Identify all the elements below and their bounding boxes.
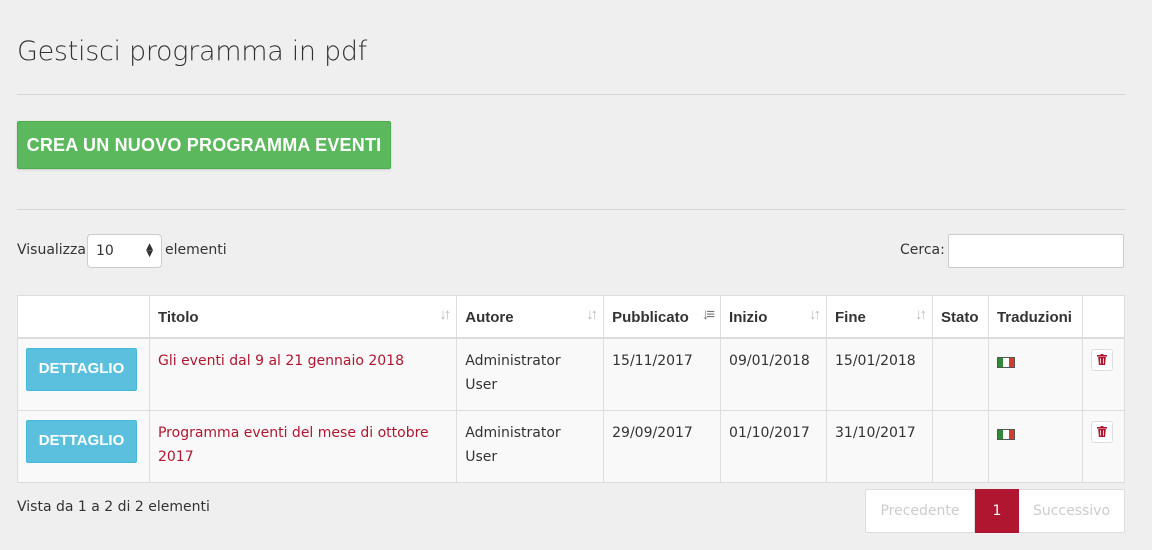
length-prefix-label: Visualizza <box>17 242 86 258</box>
sort-desc-icon: ↓≡ <box>701 306 715 323</box>
length-suffix-label: elementi <box>165 242 227 258</box>
page-length-select[interactable]: 10 ▲ ▼ <box>87 234 162 268</box>
page-title: Gestisci programma in pdf <box>17 36 367 67</box>
title-link[interactable]: Gli eventi dal 9 al 21 gennaio 2018 <box>158 353 404 369</box>
stato-cell <box>931 409 989 483</box>
next-page-button[interactable]: Successivo <box>1019 489 1125 533</box>
delete-button[interactable] <box>1090 348 1113 371</box>
programs-table: Titolo ↓↑ Autore ↓↑ Pubblicato ↓≡ Inizio ↓↑ … <box>17 295 1126 483</box>
divider <box>17 209 1125 210</box>
col-header-autore[interactable]: Autore ↓↑ <box>456 295 605 339</box>
table-header-row: Titolo ↓↑ Autore ↓↑ Pubblicato ↓≡ Inizio ↓↑ … <box>17 295 1126 339</box>
inizio-cell: 01/10/2017 <box>720 409 828 483</box>
table-row: DETTAGLIO Programma eventi del mese di o… <box>17 409 1126 483</box>
fine-cell: 15/01/2018 <box>826 337 933 411</box>
create-program-button[interactable]: CREA UN NUOVO PROGRAMMA EVENTI <box>17 121 391 169</box>
fine-cell: 31/10/2017 <box>826 409 933 483</box>
previous-page-button[interactable]: Precedente <box>865 489 975 533</box>
col-header-inizio[interactable]: Inizio ↓↑ <box>720 295 828 339</box>
autore-cell: Administrator User <box>456 337 605 411</box>
detail-button[interactable]: DETTAGLIO <box>26 347 137 391</box>
title-link[interactable]: Programma eventi del mese di ottobre 201… <box>158 425 429 465</box>
trash-icon <box>1096 426 1107 437</box>
detail-button[interactable]: DETTAGLIO <box>26 419 137 463</box>
col-header-stato: Stato <box>931 295 989 339</box>
divider <box>17 94 1125 95</box>
traduzioni-cell <box>987 409 1083 483</box>
italy-flag-icon[interactable] <box>996 356 1015 368</box>
page-length-value: 10 <box>96 243 114 259</box>
col-header-titolo[interactable]: Titolo ↓↑ <box>148 295 458 339</box>
col-header-label: Pubblicato <box>612 309 689 326</box>
table-info: Vista da 1 a 2 di 2 elementi <box>17 499 210 515</box>
trash-icon <box>1096 354 1107 365</box>
search-input[interactable] <box>948 234 1124 268</box>
sort-both-icon: ↓↑ <box>586 306 598 323</box>
col-header-fine[interactable]: Fine ↓↑ <box>826 295 933 339</box>
stato-cell <box>931 337 989 411</box>
autore-cell: Administrator User <box>456 409 605 483</box>
sort-both-icon: ↓↑ <box>914 306 927 323</box>
delete-button[interactable] <box>1090 420 1113 443</box>
col-header-label: Autore <box>465 309 514 326</box>
pagination: Precedente 1 Successivo <box>865 489 1125 533</box>
page-1-button[interactable]: 1 <box>975 489 1019 533</box>
delete-cell <box>1081 409 1126 483</box>
sort-both-icon: ↓↑ <box>809 306 821 323</box>
titolo-cell: Programma eventi del mese di ottobre 201… <box>148 409 458 483</box>
inizio-cell: 09/01/2018 <box>720 337 828 411</box>
delete-cell <box>1081 337 1126 411</box>
pubblicato-cell: 15/11/2017 <box>603 337 722 411</box>
col-header-traduzioni: Traduzioni <box>987 295 1083 339</box>
col-header-label: Titolo <box>157 309 199 326</box>
table-row: DETTAGLIO Gli eventi dal 9 al 21 gennaio… <box>17 337 1126 411</box>
search-label: Cerca: <box>900 242 945 258</box>
actions-cell: DETTAGLIO <box>17 409 150 483</box>
actions-cell: DETTAGLIO <box>17 337 150 411</box>
col-header-label: Fine <box>835 309 866 326</box>
select-arrows-icon: ▲ ▼ <box>146 242 153 259</box>
pubblicato-cell: 29/09/2017 <box>603 409 722 483</box>
col-header-actions <box>17 295 150 339</box>
italy-flag-icon[interactable] <box>996 428 1015 440</box>
col-header-delete <box>1081 295 1126 339</box>
titolo-cell: Gli eventi dal 9 al 21 gennaio 2018 <box>148 337 458 411</box>
col-header-pubblicato[interactable]: Pubblicato ↓≡ <box>603 295 722 339</box>
col-header-label: Inizio <box>729 309 768 326</box>
traduzioni-cell <box>987 337 1083 411</box>
sort-both-icon: ↓↑ <box>439 306 451 323</box>
